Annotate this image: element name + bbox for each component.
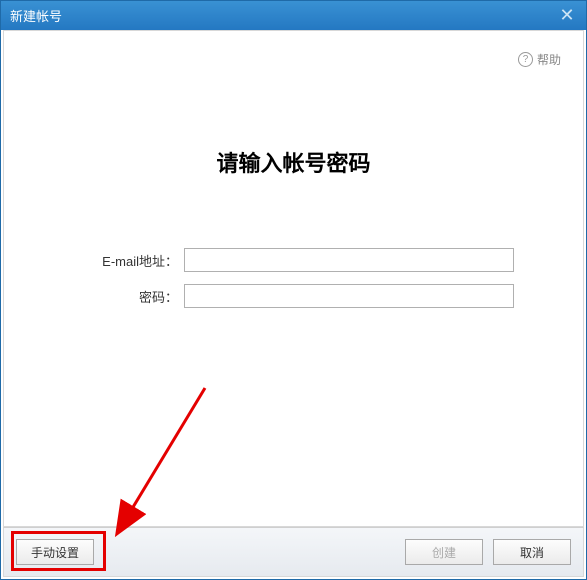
manual-settings-button[interactable]: 手动设置 — [16, 539, 94, 565]
password-label: 密码： — [4, 287, 184, 306]
email-field[interactable] — [184, 248, 514, 272]
titlebar: 新建帐号 ✕ — [0, 0, 587, 30]
window-title: 新建帐号 — [10, 6, 62, 25]
help-link[interactable]: ? 帮助 — [518, 51, 561, 68]
create-button[interactable]: 创建 — [405, 539, 483, 565]
password-field[interactable] — [184, 284, 514, 308]
page-title: 请输入帐号密码 — [4, 146, 583, 178]
email-label: E-mail地址： — [4, 251, 184, 270]
close-icon[interactable]: ✕ — [557, 5, 577, 26]
form: E-mail地址： 密码： — [4, 248, 583, 308]
help-label: 帮助 — [537, 51, 561, 68]
button-group-right: 创建 取消 — [405, 539, 571, 565]
password-row: 密码： — [4, 284, 583, 308]
help-icon: ? — [518, 52, 533, 67]
content-area: ? 帮助 请输入帐号密码 E-mail地址： 密码： — [3, 30, 584, 527]
cancel-button[interactable]: 取消 — [493, 539, 571, 565]
email-row: E-mail地址： — [4, 248, 583, 272]
bottom-bar: 手动设置 创建 取消 — [3, 527, 584, 577]
